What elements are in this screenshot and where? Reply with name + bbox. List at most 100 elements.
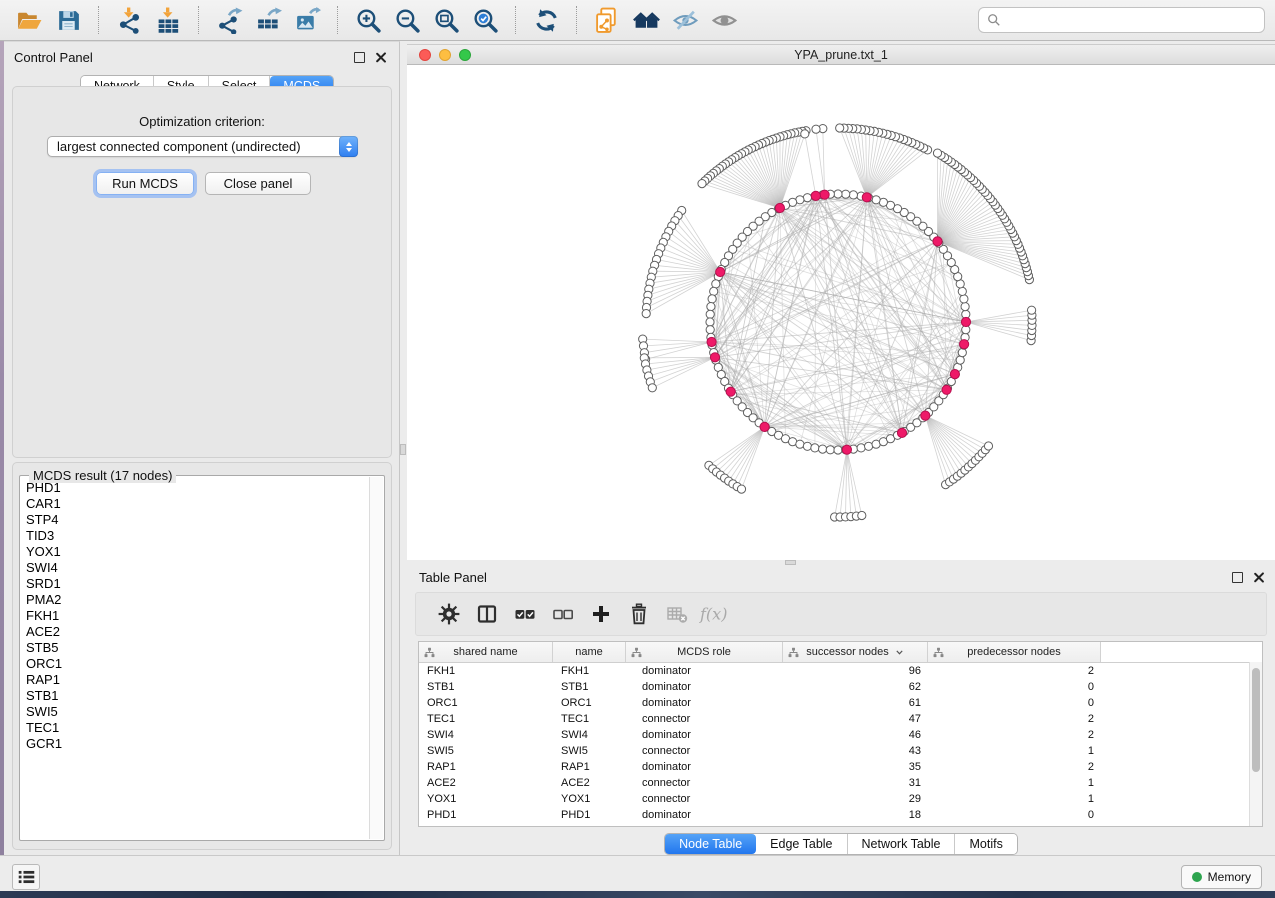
table-row[interactable]: PHD1PHD1dominator180 [419, 807, 1262, 823]
graph-node-dominator[interactable] [707, 337, 716, 346]
graph-node[interactable] [826, 446, 834, 454]
table-cell[interactable]: ORC1 [553, 697, 626, 709]
mcds-result-item[interactable]: TEC1 [21, 720, 369, 736]
show-columns-button[interactable] [468, 595, 506, 633]
column-header-MCDS-role[interactable]: MCDS role [626, 642, 783, 662]
export-web-button[interactable] [589, 3, 626, 37]
table-cell[interactable]: YOX1 [419, 793, 553, 805]
table-cell[interactable]: connector [626, 745, 783, 757]
graph-node-dominator[interactable] [710, 353, 719, 362]
close-panel-button[interactable]: Close panel [205, 172, 311, 195]
close-panel-icon[interactable] [1252, 571, 1265, 584]
graph-node-dominator[interactable] [921, 411, 930, 420]
search-box[interactable] [978, 7, 1265, 33]
graph-node[interactable] [642, 310, 650, 318]
graph-node-dominator[interactable] [716, 267, 725, 276]
graph-node-dominator[interactable] [960, 340, 969, 349]
graph-node[interactable] [706, 326, 714, 334]
graph-edge[interactable] [646, 357, 716, 364]
graph-edge[interactable] [867, 141, 908, 197]
refresh-view-button[interactable] [528, 3, 565, 37]
graph-node-dominator[interactable] [942, 385, 951, 394]
network-graph[interactable] [407, 65, 1275, 560]
graph-edge[interactable] [805, 134, 816, 196]
graph-node-dominator[interactable] [726, 387, 735, 396]
table-cell[interactable]: connector [626, 793, 783, 805]
graph-edge[interactable] [647, 357, 715, 370]
graph-edge[interactable] [966, 322, 1032, 331]
mcds-result-item[interactable]: FKH1 [21, 608, 369, 624]
mcds-result-item[interactable]: SRD1 [21, 576, 369, 592]
graph-node[interactable] [698, 180, 706, 188]
graph-node[interactable] [648, 384, 656, 392]
table-cell[interactable]: SWI4 [553, 729, 626, 741]
graph-node[interactable] [865, 442, 873, 450]
graph-node[interactable] [849, 191, 857, 199]
graph-node[interactable] [958, 349, 966, 357]
graph-edge[interactable] [867, 137, 896, 198]
table-cell[interactable]: dominator [626, 665, 783, 677]
show-graphics-details-button[interactable] [706, 3, 743, 37]
graph-node-dominator[interactable] [775, 203, 784, 212]
column-header-successor-nodes[interactable]: successor nodes [783, 642, 928, 662]
table-cell[interactable]: dominator [626, 809, 783, 821]
hide-graphics-details-button[interactable] [667, 3, 704, 37]
mcds-result-item[interactable]: PMA2 [21, 592, 369, 608]
table-cell[interactable]: 1 [928, 745, 1101, 757]
mcds-result-item[interactable]: STB5 [21, 640, 369, 656]
table-cell[interactable]: 1 [928, 777, 1101, 789]
table-cell[interactable]: 0 [928, 681, 1101, 693]
table-cell[interactable]: 1 [928, 793, 1101, 805]
table-cell[interactable]: connector [626, 777, 783, 789]
table-cell[interactable]: FKH1 [419, 665, 553, 677]
table-cell[interactable]: PHD1 [419, 809, 553, 821]
deselect-all-button[interactable] [544, 595, 582, 633]
table-cell[interactable]: 2 [928, 761, 1101, 773]
import-network-button[interactable] [111, 3, 148, 37]
graph-node-dominator[interactable] [950, 370, 959, 379]
table-cell[interactable]: dominator [626, 681, 783, 693]
export-image-button[interactable] [289, 3, 326, 37]
mcds-result-item[interactable]: GCR1 [21, 736, 369, 752]
table-row[interactable]: ACE2ACE2connector311 [419, 775, 1262, 791]
create-column-button[interactable] [582, 595, 620, 633]
tab-edge-table[interactable]: Edge Table [756, 834, 847, 854]
table-mode-button[interactable] [430, 595, 468, 633]
graph-edge[interactable] [925, 416, 975, 461]
graph-edge[interactable] [867, 148, 924, 197]
run-mcds-button[interactable]: Run MCDS [96, 172, 194, 195]
table-cell[interactable]: YOX1 [553, 793, 626, 805]
graph-edge[interactable] [644, 357, 715, 358]
delete-columns-button[interactable] [620, 595, 658, 633]
graph-node[interactable] [706, 310, 714, 318]
float-panel-icon[interactable] [354, 52, 365, 63]
import-table-button[interactable] [150, 3, 187, 37]
graph-node[interactable] [712, 280, 720, 288]
graph-node[interactable] [834, 190, 842, 198]
graph-edge[interactable] [650, 357, 715, 382]
graph-edge[interactable] [731, 196, 816, 392]
graph-node-dominator[interactable] [842, 445, 851, 454]
zoom-out-button[interactable] [389, 3, 426, 37]
graph-node-dominator[interactable] [897, 428, 906, 437]
close-panel-icon[interactable] [374, 51, 387, 64]
table-cell[interactable]: dominator [626, 697, 783, 709]
graph-node[interactable] [956, 356, 964, 364]
graph-node[interactable] [858, 511, 866, 519]
table-row[interactable]: TEC1TEC1connector472 [419, 711, 1262, 727]
graph-node[interactable] [811, 444, 819, 452]
graph-node-dominator[interactable] [862, 193, 871, 202]
table-row[interactable]: ORC1ORC1dominator610 [419, 695, 1262, 711]
table-row[interactable]: STB1STB1dominator620 [419, 679, 1262, 695]
table-cell[interactable]: connector [626, 713, 783, 725]
graph-node[interactable] [958, 287, 966, 295]
graph-node[interactable] [803, 194, 811, 202]
graph-node[interactable] [803, 442, 811, 450]
graph-node[interactable] [812, 125, 820, 133]
table-cell[interactable]: 35 [783, 761, 928, 773]
memory-button[interactable]: Memory [1181, 865, 1262, 889]
graph-node-dominator[interactable] [811, 191, 820, 200]
graph-edge[interactable] [643, 339, 712, 342]
table-cell[interactable]: PHD1 [553, 809, 626, 821]
graph-node[interactable] [984, 442, 992, 450]
